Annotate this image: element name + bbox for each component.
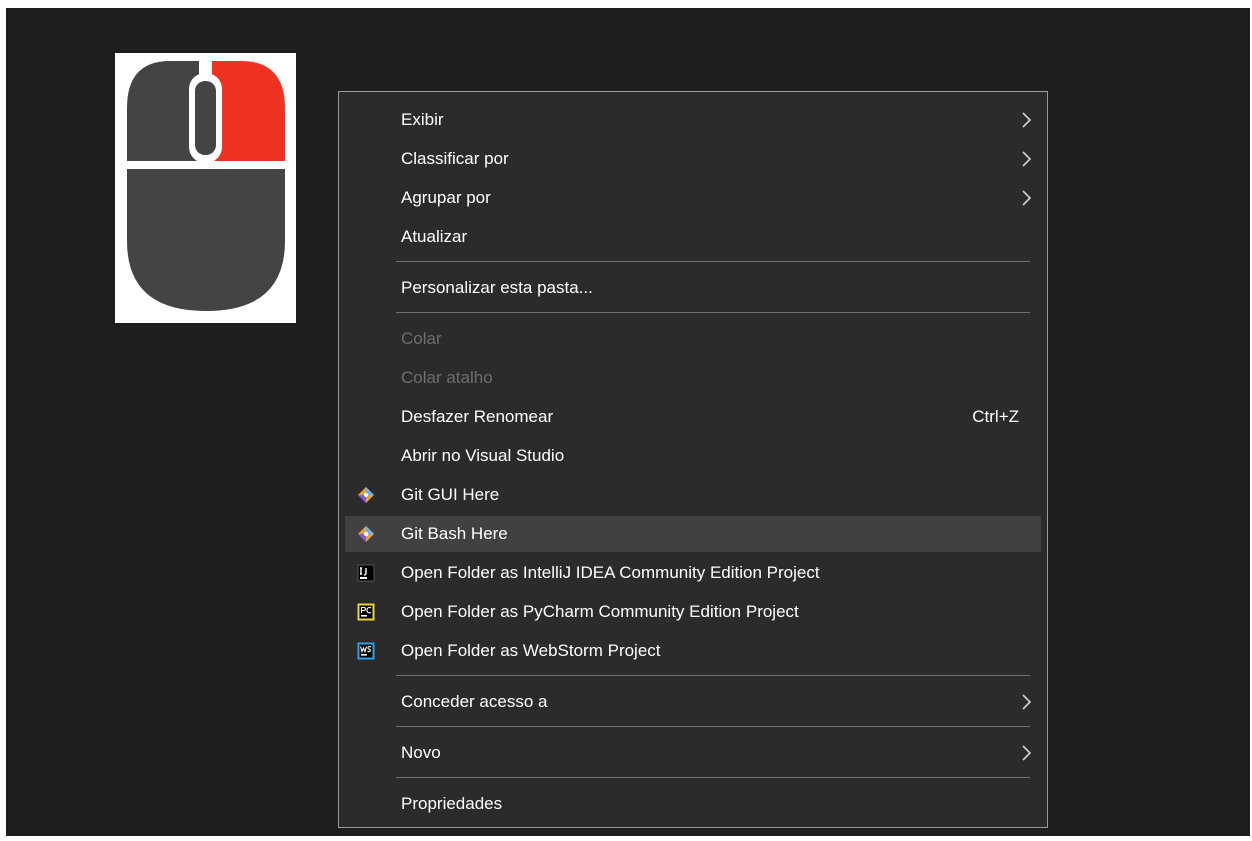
mouse-right-click-icon (115, 53, 296, 323)
menu-item-git-gui-here[interactable]: Git GUI Here (345, 477, 1041, 513)
menu-item-exibir[interactable]: Exibir (345, 102, 1041, 138)
menu-separator (396, 675, 1030, 676)
menu-item-label: Git GUI Here (401, 485, 500, 504)
menu-item-label: Open Folder as WebStorm Project (401, 641, 661, 660)
menu-item-label: Desfazer Renomear (401, 407, 554, 426)
pycharm-icon (357, 603, 375, 621)
menu-item-label: Conceder acesso a (401, 692, 548, 711)
menu-item-colar: Colar (345, 321, 1041, 357)
menu-item-atualizar[interactable]: Atualizar (345, 219, 1041, 255)
menu-separator (396, 312, 1030, 313)
chevron-right-icon (1022, 190, 1032, 206)
menu-item-label: Novo (401, 743, 441, 762)
menu-item-label: Exibir (401, 110, 444, 129)
menu-item-shortcut: Ctrl+Z (972, 407, 1019, 426)
menu-item-open-webstorm[interactable]: Open Folder as WebStorm Project (345, 633, 1041, 669)
menu-item-label: Propriedades (401, 794, 503, 813)
menu-item-novo[interactable]: Novo (345, 735, 1041, 771)
context-menu: Exibir Classificar por Agrupar por Atual… (338, 91, 1048, 828)
menu-item-label: Atualizar (401, 227, 468, 246)
desktop: Exibir Classificar por Agrupar por Atual… (6, 8, 1250, 836)
menu-item-label: Classificar por (401, 149, 509, 168)
chevron-right-icon (1022, 694, 1032, 710)
menu-item-git-bash-here[interactable]: Git Bash Here (345, 516, 1041, 552)
chevron-right-icon (1022, 112, 1032, 128)
chevron-right-icon (1022, 151, 1032, 167)
menu-item-open-intellij[interactable]: Open Folder as IntelliJ IDEA Community E… (345, 555, 1041, 591)
intellij-icon (357, 564, 375, 582)
menu-item-open-pycharm[interactable]: Open Folder as PyCharm Community Edition… (345, 594, 1041, 630)
menu-item-conceder-acesso-a[interactable]: Conceder acesso a (345, 684, 1041, 720)
menu-item-desfazer-renomear[interactable]: Desfazer Renomear Ctrl+Z (345, 399, 1041, 435)
menu-item-label: Agrupar por (401, 188, 491, 207)
menu-item-label: Abrir no Visual Studio (401, 446, 565, 465)
menu-separator (396, 726, 1030, 727)
menu-item-personalizar-esta-pasta[interactable]: Personalizar esta pasta... (345, 270, 1041, 306)
menu-item-label: Open Folder as IntelliJ IDEA Community E… (401, 563, 820, 582)
menu-item-agrupar-por[interactable]: Agrupar por (345, 180, 1041, 216)
menu-item-label: Personalizar esta pasta... (401, 278, 593, 297)
menu-separator (396, 777, 1030, 778)
menu-item-propriedades[interactable]: Propriedades (345, 786, 1041, 822)
chevron-right-icon (1022, 745, 1032, 761)
menu-separator (396, 261, 1030, 262)
menu-item-classificar-por[interactable]: Classificar por (345, 141, 1041, 177)
menu-item-label: Git Bash Here (401, 524, 508, 543)
git-bash-icon (358, 526, 374, 542)
webstorm-icon (357, 642, 375, 660)
git-gui-icon (358, 487, 374, 503)
menu-item-label: Open Folder as PyCharm Community Edition… (401, 602, 799, 621)
menu-item-label: Colar atalho (401, 368, 493, 387)
menu-item-label: Colar (401, 329, 442, 348)
menu-item-colar-atalho: Colar atalho (345, 360, 1041, 396)
menu-item-abrir-no-visual-studio[interactable]: Abrir no Visual Studio (345, 438, 1041, 474)
